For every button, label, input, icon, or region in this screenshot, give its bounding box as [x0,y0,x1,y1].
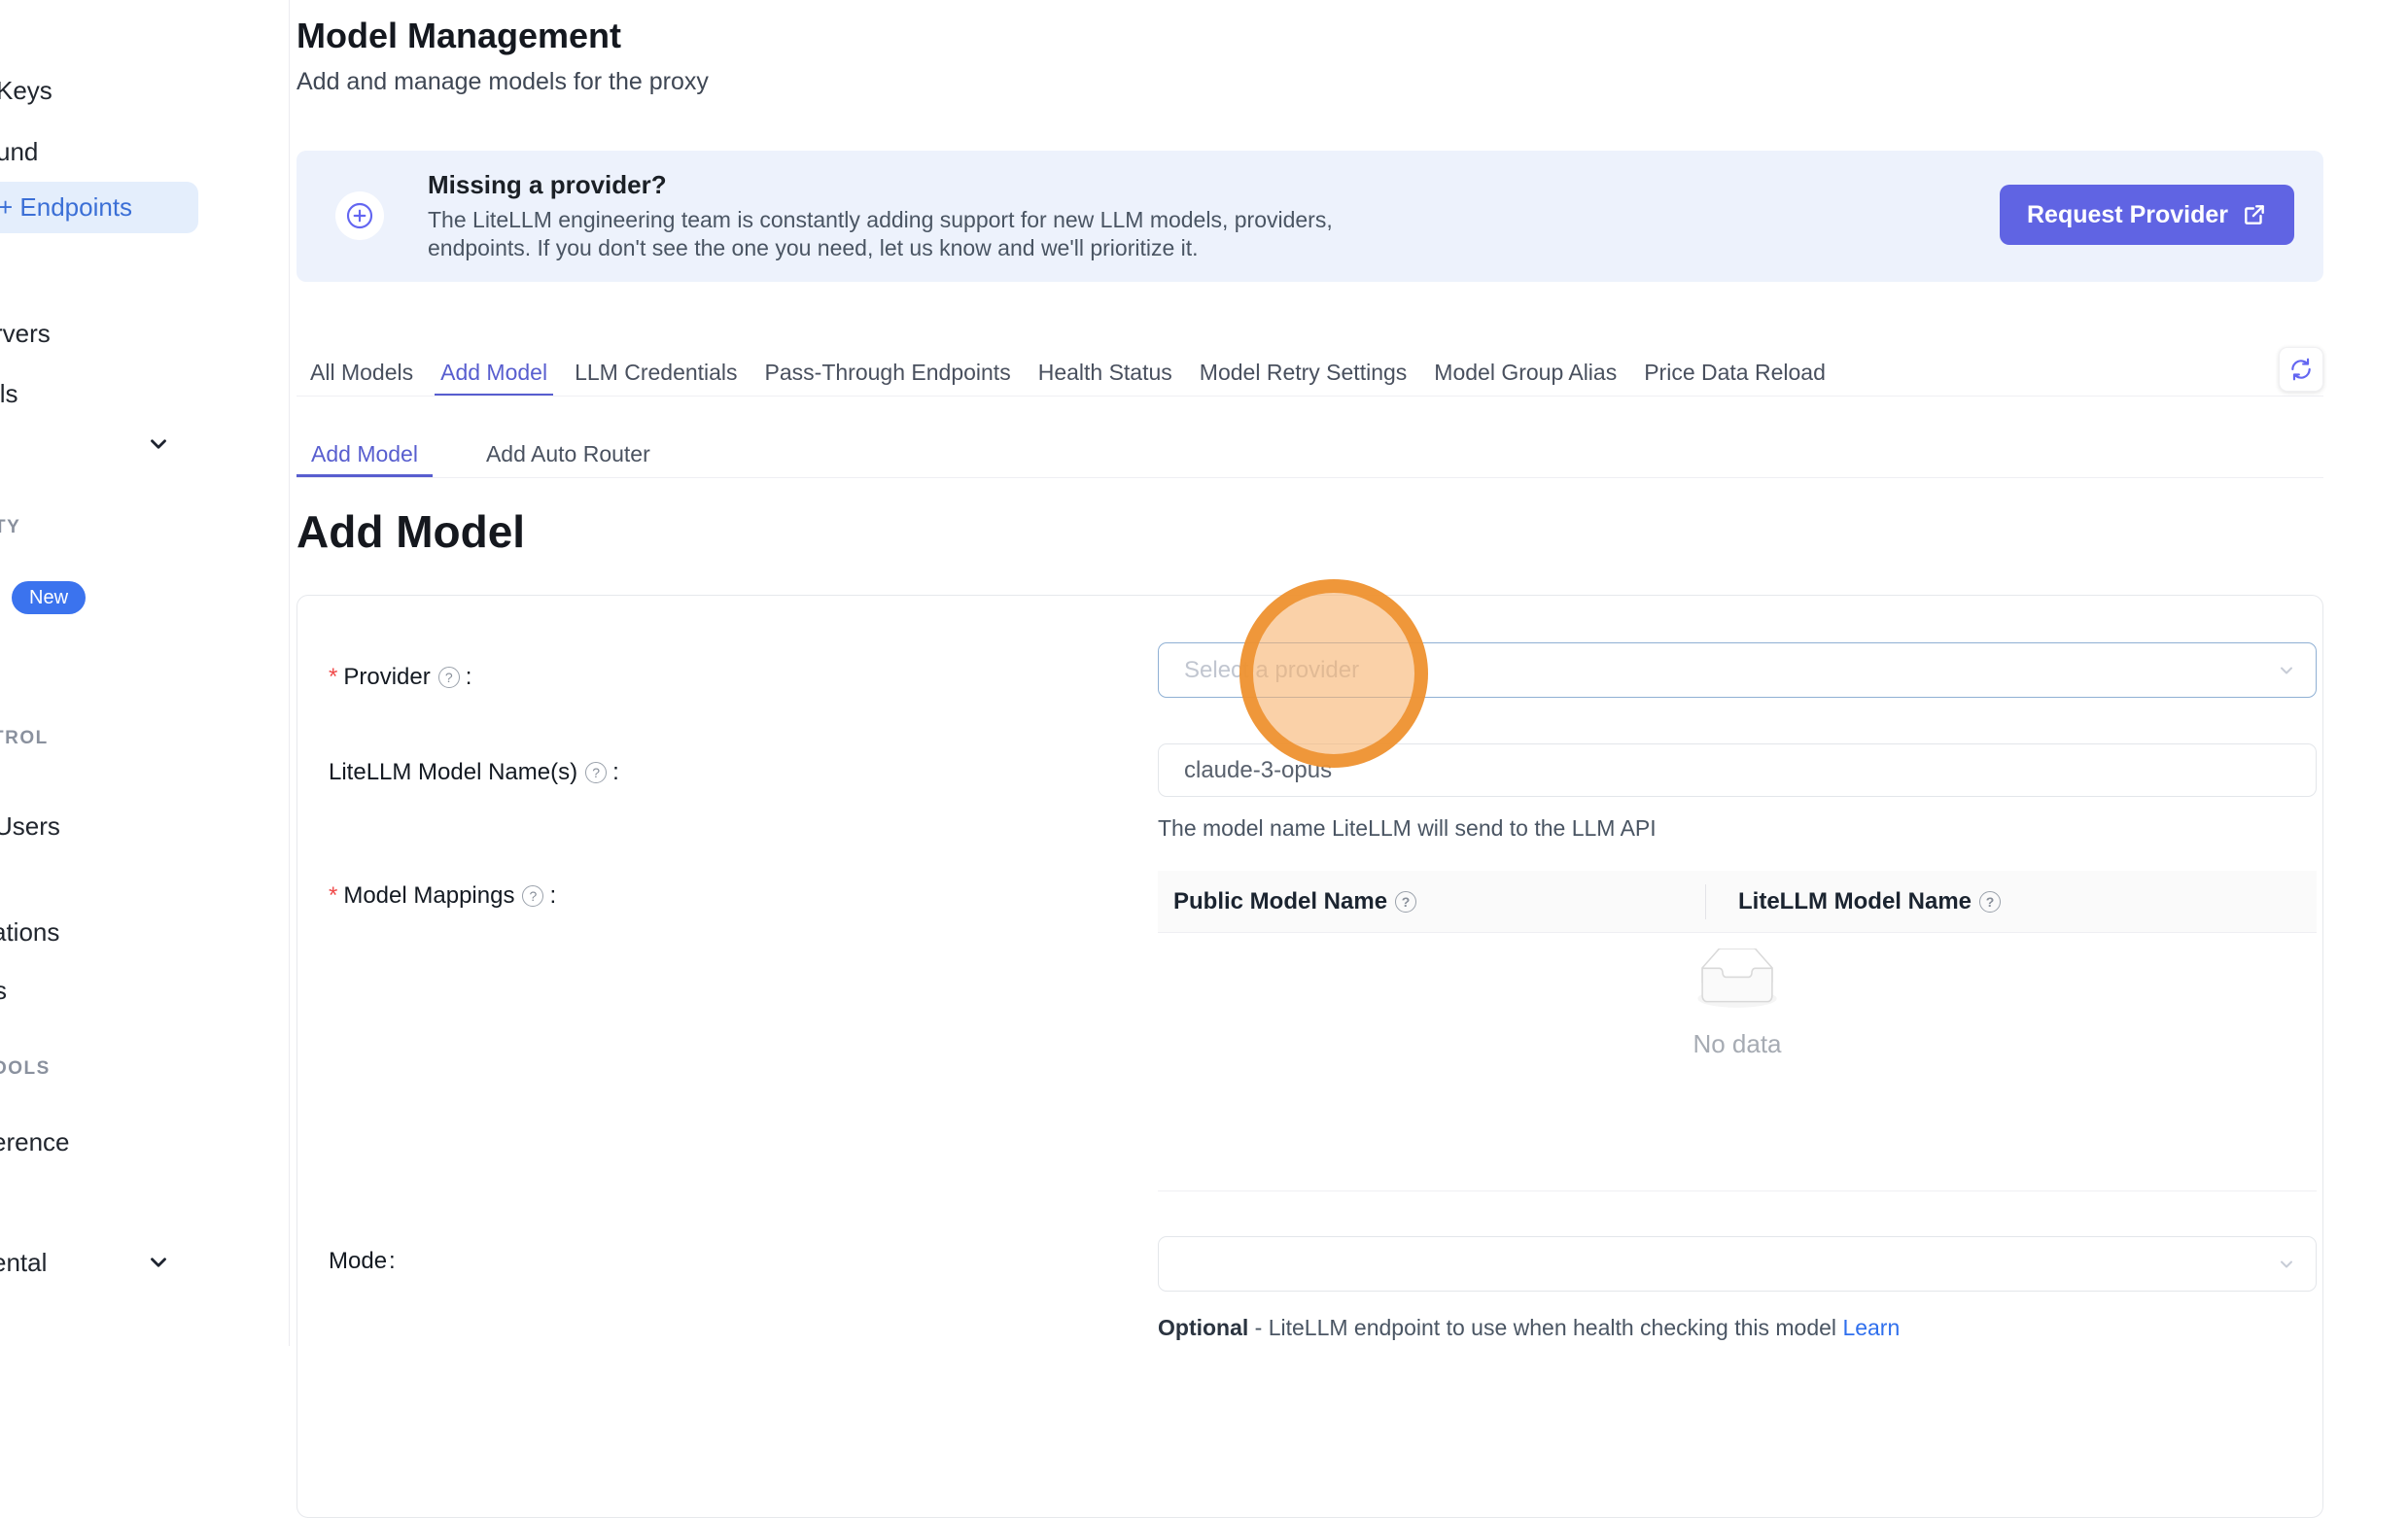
banner-title: Missing a provider? [428,170,667,200]
question-circle-icon[interactable]: ? [438,667,460,688]
model-mappings-table: Public Model Name ? LiteLLM Model Name ?… [1158,871,2317,1191]
subtab-add-auto-router[interactable]: Add Auto Router [471,432,665,477]
sidebar-item-s[interactable]: s [0,976,7,1006]
subtab-add-model[interactable]: Add Model [297,432,433,477]
sidebar-item-erence[interactable]: erence [0,1127,70,1157]
sidebar-section-tools: OOLS [0,1058,51,1080]
label-colon: : [612,759,619,786]
chevron-down-icon [2277,1255,2296,1274]
tab-health-status[interactable]: Health Status [1032,350,1178,396]
header-divider [1705,884,1706,919]
missing-provider-banner: Missing a provider? The LiteLLM engineer… [297,151,2323,282]
model-mappings-label-text: Model Mappings [343,882,514,910]
banner-body: The LiteLLM engineering team is constant… [428,206,1412,262]
mode-helper: Optional - LiteLLM endpoint to use when … [1158,1315,1900,1341]
add-model-form-card: * Provider ? : Select a provider LiteLLM… [297,595,2323,1518]
sidebar-item-ations[interactable]: ations [0,917,59,948]
label-colon: : [389,1248,396,1275]
chevron-down-icon[interactable] [146,431,171,457]
form-heading: Add Model [297,505,525,558]
sidebar: Keys und + Endpoints rvers ils TY New TR… [0,0,290,1346]
refresh-icon [2288,357,2314,382]
question-circle-icon[interactable]: ? [1979,891,2001,913]
model-name-value: claude-3-opus [1184,757,1332,784]
page-subtitle: Add and manage models for the proxy [297,68,709,96]
model-name-label-text: LiteLLM Model Name(s) [329,759,577,786]
required-mark: * [329,664,337,691]
chevron-down-icon[interactable] [146,1250,171,1275]
mappings-table-header: Public Model Name ? LiteLLM Model Name ? [1158,871,2317,933]
sidebar-item-users[interactable]: Users [0,811,60,842]
sidebar-item-endpoints-active[interactable]: + Endpoints [0,182,198,233]
label-colon: : [466,664,472,691]
column-label: Public Model Name [1173,888,1387,915]
tab-all-models[interactable]: All Models [304,350,419,396]
sidebar-item-und[interactable]: und [0,137,38,167]
model-name-input[interactable]: claude-3-opus [1158,743,2317,797]
model-name-helper: The model name LiteLLM will send to the … [1158,815,1657,842]
mode-label-text: Mode [329,1248,387,1275]
mode-helper-text: - LiteLLM endpoint to use when health ch… [1248,1315,1842,1340]
model-mappings-label: * Model Mappings ? : [329,882,556,910]
mode-label: Mode : [329,1248,396,1275]
badge-label: New [29,587,68,609]
tab-llm-credentials[interactable]: LLM Credentials [569,350,743,396]
tab-pass-through-endpoints[interactable]: Pass-Through Endpoints [759,350,1017,396]
mode-select[interactable] [1158,1236,2317,1292]
sidebar-section-trol: TROL [0,728,49,749]
learn-link[interactable]: Learn [1842,1315,1900,1340]
external-link-icon [2242,202,2267,227]
required-mark: * [329,882,337,910]
model-name-label: LiteLLM Model Name(s) ? : [329,759,619,786]
add-model-subtabs: Add Model Add Auto Router [297,432,2323,478]
provider-label-text: Provider [343,664,430,691]
tab-price-data-reload[interactable]: Price Data Reload [1638,350,1832,396]
refresh-button[interactable] [2279,347,2323,392]
sidebar-item-label: + Endpoints [0,192,132,223]
provider-label: * Provider ? : [329,664,471,691]
question-circle-icon[interactable]: ? [585,762,607,783]
mode-helper-bold: Optional [1158,1315,1248,1340]
tab-add-model[interactable]: Add Model [435,350,553,396]
model-tabs: All Models Add Model LLM Credentials Pas… [297,350,2323,397]
label-colon: : [549,882,556,910]
no-data-text: No data [1158,1029,2317,1059]
tab-model-group-alias[interactable]: Model Group Alias [1428,350,1623,396]
sidebar-item-ils[interactable]: ils [0,379,18,409]
question-circle-icon[interactable]: ? [522,885,543,907]
empty-state: No data [1158,949,2317,1059]
column-litellm-model-name: LiteLLM Model Name ? [1705,888,2005,915]
sidebar-item-ental[interactable]: ental [0,1248,47,1278]
column-label: LiteLLM Model Name [1738,888,1972,915]
request-provider-label: Request Provider [2027,201,2228,229]
plus-circle-icon [335,191,384,240]
sidebar-item-servers[interactable]: rvers [0,319,51,349]
sidebar-new-badge[interactable]: New [12,581,86,614]
request-provider-button[interactable]: Request Provider [2000,185,2294,245]
chevron-down-icon [2277,661,2296,680]
empty-box-icon [1689,949,1786,1011]
sidebar-section-ty: TY [0,517,20,538]
sidebar-item-keys[interactable]: Keys [0,76,52,106]
tab-model-retry-settings[interactable]: Model Retry Settings [1194,350,1413,396]
provider-placeholder: Select a provider [1184,657,1359,684]
question-circle-icon[interactable]: ? [1395,891,1416,913]
page-title: Model Management [297,16,621,56]
provider-select[interactable]: Select a provider [1158,642,2317,698]
column-public-model-name: Public Model Name ? [1158,888,1705,915]
